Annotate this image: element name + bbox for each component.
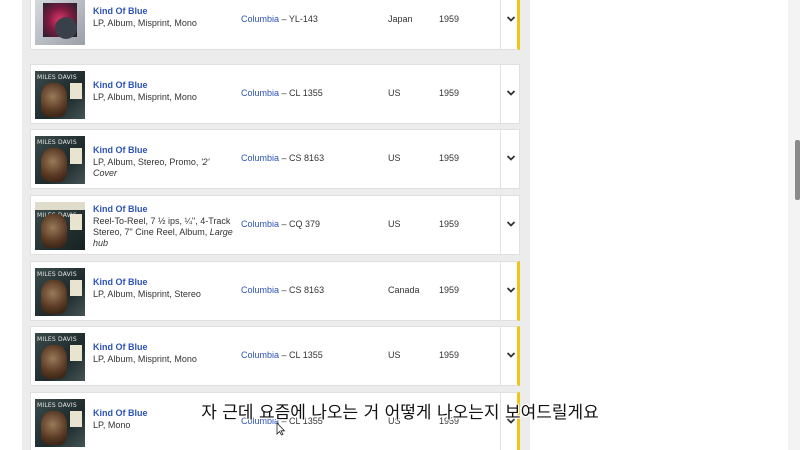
catalog-number: CS 8163 xyxy=(289,285,325,295)
format-text: Reel-To-Reel, 7 ½ ips, ¼", 4-Track xyxy=(93,216,231,226)
format-text: LP, Mono xyxy=(93,420,131,430)
catalog-number: CL 1355 xyxy=(289,350,323,360)
format-text: LP, Album, Misprint, Mono xyxy=(93,92,197,102)
label-link[interactable]: Columbia xyxy=(241,350,279,360)
release-year: 1959 xyxy=(439,285,460,295)
catalog-number: CS 8163 xyxy=(289,153,325,163)
cover-artist-text: MILES DAVIS xyxy=(37,139,77,146)
album-cover-thumbnail[interactable]: MILES DAVIS xyxy=(35,333,85,381)
album-cover-thumbnail[interactable]: MILES DAVIS xyxy=(35,136,85,184)
release-country: US xyxy=(388,219,401,229)
catalog-number: CQ 379 xyxy=(289,219,321,229)
chevron-down-icon[interactable] xyxy=(505,13,517,25)
release-year: 1959 xyxy=(439,14,460,24)
release-row[interactable]: MILES DAVIS Kind Of Blue LP, Album, Mispri… xyxy=(30,64,520,124)
chevron-down-icon[interactable] xyxy=(505,152,517,164)
release-row[interactable]: MILES DAVIS Kind Of Blue LP, Album, Mispri… xyxy=(30,326,520,386)
release-title-link[interactable]: Kind Of Blue xyxy=(93,145,148,155)
release-format: LP, Album, Misprint, Mono xyxy=(93,92,235,103)
release-row[interactable]: Kind Of Blue LP, Album, Misprint, Mono Col… xyxy=(30,0,520,50)
release-title-link[interactable]: Kind Of Blue xyxy=(93,6,148,16)
chevron-down-icon[interactable] xyxy=(505,218,517,230)
cover-artist-text: MILES DAVIS xyxy=(37,74,77,81)
release-year: 1959 xyxy=(439,88,460,98)
label-link[interactable]: Columbia xyxy=(241,285,279,295)
format-text: LP, Album, Misprint, Mono xyxy=(93,18,197,28)
release-label-catno: Columbia – CL 1355 xyxy=(241,88,323,98)
album-cover-thumbnail[interactable]: MILES DAVIS xyxy=(35,399,85,447)
release-country: Canada xyxy=(388,285,420,295)
label-link[interactable]: Columbia xyxy=(241,14,279,24)
release-label-catno: Columbia – YL-143 xyxy=(241,14,318,24)
album-cover-thumbnail[interactable] xyxy=(35,0,85,45)
release-title-link[interactable]: Kind Of Blue xyxy=(93,342,148,352)
album-cover-thumbnail[interactable]: MILES DAVIS xyxy=(35,202,85,250)
release-row[interactable]: MILES DAVIS Kind Of Blue LP, Album, Mispri… xyxy=(30,261,520,321)
release-format: LP, Album, Misprint, Mono xyxy=(93,18,235,29)
mouse-cursor-icon xyxy=(276,422,286,436)
format-text: LP, Album, Misprint, Mono xyxy=(93,354,197,364)
release-row[interactable]: MILES DAVIS Kind Of Blue Reel-To-Reel, 7 ½… xyxy=(30,195,520,255)
format-text: LP, Album, Misprint, Stereo xyxy=(93,289,201,299)
cover-artist-text: MILES DAVIS xyxy=(37,402,77,409)
cover-artist-text: MILES DAVIS xyxy=(37,271,77,278)
release-country: Japan xyxy=(388,14,413,24)
chevron-down-icon[interactable] xyxy=(505,87,517,99)
release-label-catno: Columbia – CS 8163 xyxy=(241,153,325,163)
row-divider xyxy=(500,130,501,188)
format-text: Stereo, 7" Cine Reel, Album, xyxy=(93,227,210,237)
release-title-link[interactable]: Kind Of Blue xyxy=(93,204,148,214)
row-divider xyxy=(500,65,501,123)
release-label-catno: Columbia – CQ 379 xyxy=(241,219,321,229)
release-title-link[interactable]: Kind Of Blue xyxy=(93,408,148,418)
release-list-panel: Kind Of Blue LP, Album, Misprint, Mono Col… xyxy=(22,0,530,450)
release-year: 1959 xyxy=(439,350,460,360)
release-title-link[interactable]: Kind Of Blue xyxy=(93,277,148,287)
label-link[interactable]: Columbia xyxy=(241,153,279,163)
release-label-catno: Columbia – CL 1355 xyxy=(241,350,323,360)
catalog-number: CL 1355 xyxy=(289,88,323,98)
scrollbar-track[interactable] xyxy=(788,0,800,450)
release-year: 1959 xyxy=(439,219,460,229)
album-cover-thumbnail[interactable]: MILES DAVIS xyxy=(35,71,85,119)
release-format: LP, Album, Stereo, Promo, '2' Cover xyxy=(93,157,235,179)
label-link[interactable]: Columbia xyxy=(241,88,279,98)
release-format: Reel-To-Reel, 7 ½ ips, ¼", 4-Track Stereo… xyxy=(93,216,235,249)
chevron-down-icon[interactable] xyxy=(505,284,517,296)
release-format: LP, Album, Misprint, Stereo xyxy=(93,289,235,300)
album-cover-thumbnail[interactable]: MILES DAVIS xyxy=(35,268,85,316)
catalog-number: YL-143 xyxy=(288,14,318,24)
page-left-margin xyxy=(0,0,22,450)
video-subtitle: 자 근데 요즘에 나오는 거 어떻게 나오는지 보여드릴게요 xyxy=(201,403,599,423)
release-label-catno: Columbia – CS 8163 xyxy=(241,285,325,295)
release-format: LP, Album, Misprint, Mono xyxy=(93,354,235,365)
release-country: US xyxy=(388,153,401,163)
label-link[interactable]: Columbia xyxy=(241,219,279,229)
release-row[interactable]: MILES DAVIS Kind Of Blue LP, Album, Stereo… xyxy=(30,129,520,189)
cover-artist-text: MILES DAVIS xyxy=(37,336,77,343)
row-divider xyxy=(500,262,501,320)
format-text: LP, Album, Stereo, Promo, xyxy=(93,157,201,167)
row-divider xyxy=(500,327,501,385)
row-divider xyxy=(500,196,501,254)
scrollbar-thumb[interactable] xyxy=(795,140,800,200)
release-country: US xyxy=(388,88,401,98)
release-country: US xyxy=(388,350,401,360)
release-year: 1959 xyxy=(439,153,460,163)
row-divider xyxy=(500,0,501,49)
release-title-link[interactable]: Kind Of Blue xyxy=(93,80,148,90)
chevron-down-icon[interactable] xyxy=(505,349,517,361)
